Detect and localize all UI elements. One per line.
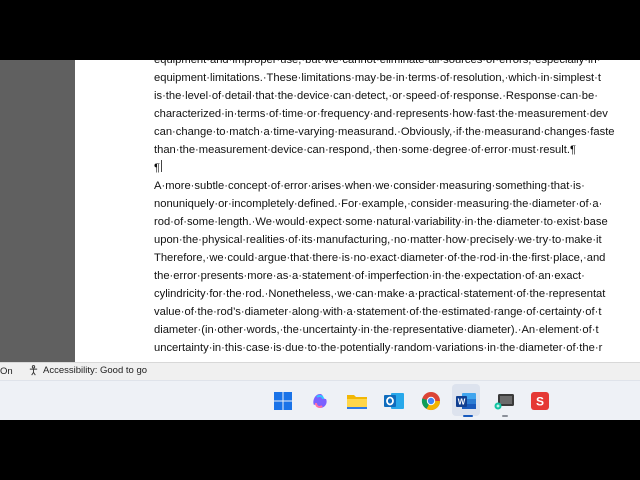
windows-start-button[interactable] [271,389,295,413]
status-left-text[interactable]: On [0,366,13,377]
word-icon: W [456,393,476,409]
doc-line: than·the·measurement·device·can·respond,… [154,144,576,156]
doc-line: upon·the·physical·realities·of·its·manuf… [154,234,602,246]
bottom-black-region [0,420,640,480]
taskbar: W S [0,380,640,421]
screen: equipment·and·improper·use,·but·we·canno… [0,0,640,480]
outlook-icon [384,393,404,409]
text-cursor [161,160,163,172]
svg-text:S: S [536,395,544,409]
doc-line: Therefore,·we·could·argue·that·there·is·… [154,252,606,264]
document-page[interactable]: equipment·and·improper·use,·but·we·canno… [75,60,640,362]
status-bar: On Accessibility: Good to go [0,362,640,381]
top-black-region [0,0,640,60]
copilot-icon [313,394,327,408]
accessibility-status[interactable]: Accessibility: Good to go [28,365,147,376]
doc-line: nonuniquely·or·incompletely·defined.·For… [154,198,603,210]
doc-line: the·error·presents·more·as·a·statement·o… [154,270,585,282]
snipping-tool-icon [494,394,514,410]
snipping-tool-button[interactable] [493,389,517,413]
doc-line: characterized·in·terms·of·time·or·freque… [154,108,608,120]
copilot-button[interactable] [308,389,332,413]
doc-line: equipment·limitations.·These·limitations… [154,72,602,84]
wps-office-icon: S [531,392,549,410]
doc-line: diameter·(in·other·words,·the·uncertaint… [154,324,599,336]
page-margin-left [0,60,75,362]
accessibility-label: Accessibility: Good to go [43,365,148,376]
document-text[interactable]: equipment·and·improper·use,·but·we·canno… [154,60,640,357]
doc-line: rod·of·some·length.·We·would·expect·some… [154,216,608,228]
snipping-tool-running-indicator [502,415,508,417]
doc-line: A·more·subtle·concept·of·error·arises·wh… [154,180,585,192]
doc-line: equipment·and·improper·use,·but·we·canno… [154,60,601,66]
file-explorer-button[interactable] [345,389,369,413]
svg-text:W: W [458,398,466,407]
chrome-button[interactable] [419,389,443,413]
word-running-indicator [463,415,473,417]
pilcrow-mark: ¶ [154,162,161,174]
chrome-icon [421,392,440,411]
doc-line: can·change·to·match·a·time-varying·measu… [154,126,615,138]
file-explorer-icon [347,395,367,409]
word-button[interactable]: W [454,389,478,413]
document-area: equipment·and·improper·use,·but·we·canno… [0,60,640,362]
outlook-button[interactable] [382,389,406,413]
empty-paragraph-line: ¶ [154,159,640,177]
doc-line: is·the·level·of·detail·that·the·device·c… [154,90,598,102]
windows-start-icon [274,392,292,410]
doc-line: cylindricity·for·the·rod.·Nonetheless,·w… [154,288,606,300]
doc-line: value·of·the·rod’s·diameter·along·with·a… [154,306,602,318]
accessibility-icon [29,365,38,376]
wps-office-button[interactable]: S [528,389,552,413]
doc-line: uncertainty·in·this·case·is·due·to·the·p… [154,342,603,354]
